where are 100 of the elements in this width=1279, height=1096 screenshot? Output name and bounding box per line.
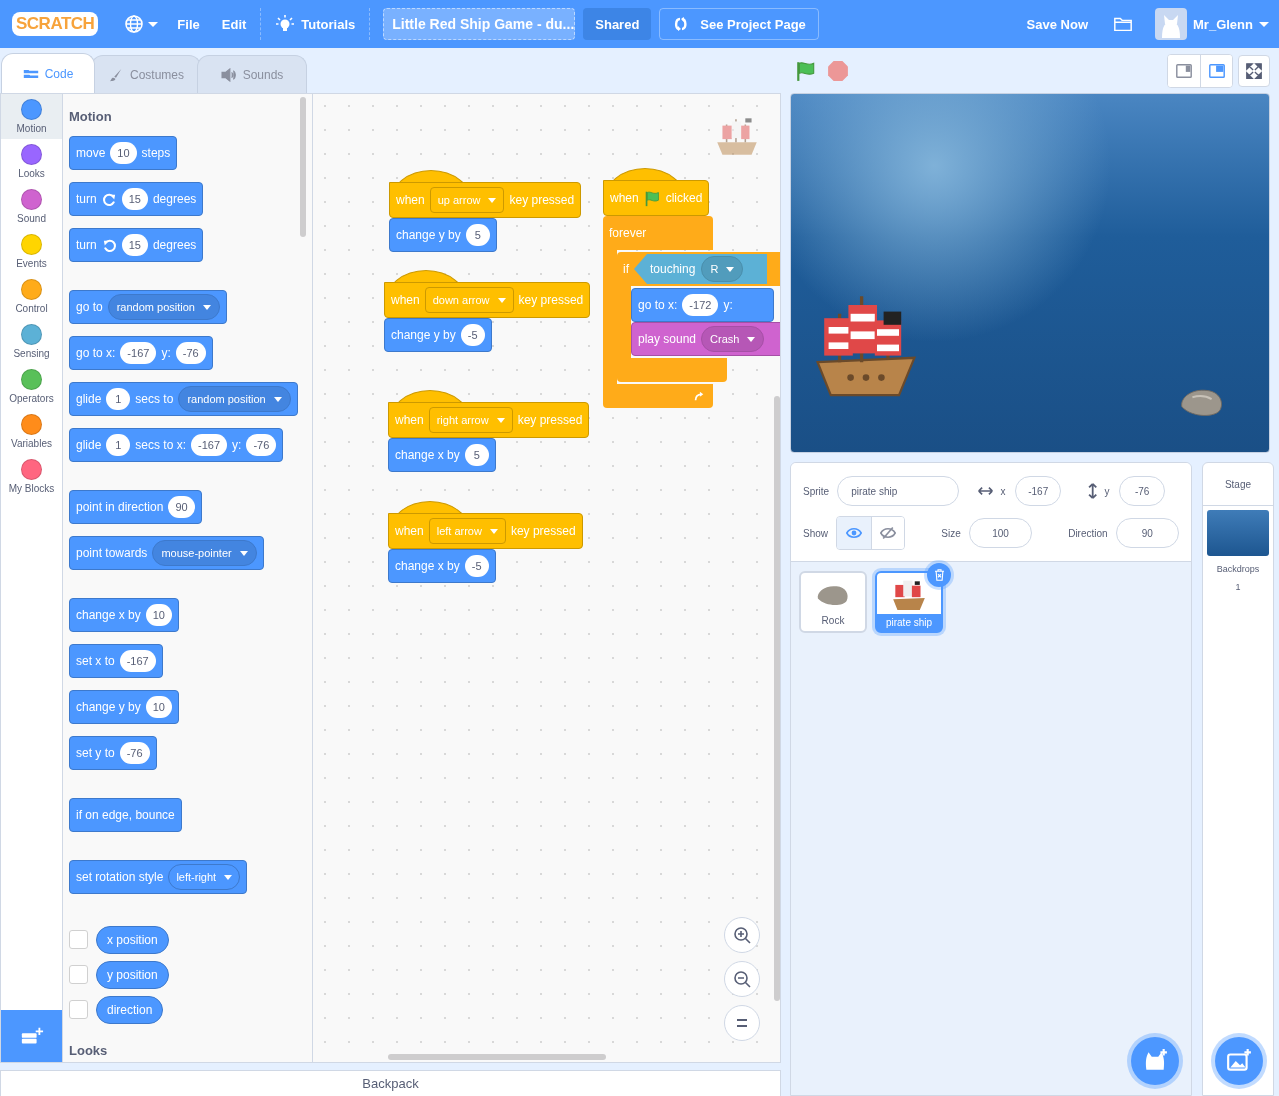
block-text: secs to bbox=[135, 392, 174, 406]
sprite-tile[interactable]: Rock bbox=[799, 571, 867, 633]
code-block[interactable]: point towards mouse-pointer bbox=[69, 536, 264, 570]
code-block[interactable]: turn 15 degrees bbox=[69, 182, 204, 216]
block-text: turn bbox=[76, 238, 97, 252]
flag-icon bbox=[795, 59, 817, 82]
number-input[interactable]: 90 bbox=[168, 496, 195, 518]
x-position-field[interactable]: -167 bbox=[1015, 476, 1061, 506]
code-block[interactable]: change x by -5 bbox=[388, 549, 496, 583]
add-extension-button[interactable] bbox=[1, 1010, 62, 1062]
block-text: change y by bbox=[391, 328, 456, 342]
number-input[interactable]: 1 bbox=[106, 434, 131, 456]
block-text: go to x: bbox=[76, 346, 116, 360]
dropdown-menu[interactable]: Crash bbox=[701, 326, 765, 352]
block-text: when bbox=[395, 524, 424, 538]
checkbox[interactable] bbox=[69, 1000, 88, 1019]
number-input[interactable]: -76 bbox=[119, 742, 150, 764]
dropdown-menu[interactable]: mouse-pointer bbox=[152, 540, 257, 566]
category-button[interactable]: Sensing bbox=[1, 319, 62, 364]
number-input[interactable]: -5 bbox=[460, 324, 485, 346]
code-block[interactable]: change x by 10 bbox=[69, 598, 179, 632]
add-backdrop-button[interactable] bbox=[1215, 1037, 1263, 1085]
category-button[interactable]: Sound bbox=[1, 184, 62, 229]
number-input[interactable]: -76 bbox=[175, 342, 206, 364]
code-block[interactable]: change y by 10 bbox=[69, 690, 179, 724]
number-input[interactable]: -76 bbox=[246, 434, 277, 456]
scrollbar[interactable] bbox=[300, 97, 306, 237]
backdrop-count: 1 bbox=[1235, 582, 1241, 592]
number-input[interactable]: 10 bbox=[110, 142, 137, 164]
share-button[interactable]: Shared bbox=[583, 8, 652, 40]
sprite-name-field[interactable]: pirate ship bbox=[837, 476, 960, 506]
block-text: y: bbox=[161, 346, 171, 360]
code-block[interactable]: change y by 5 bbox=[389, 218, 497, 252]
checkbox[interactable] bbox=[69, 930, 88, 949]
hide-button[interactable] bbox=[870, 517, 905, 549]
code-block[interactable]: glide 1 secs to x: -167 y: -76 bbox=[69, 428, 284, 462]
code-block[interactable]: glide 1 secs to random position bbox=[69, 382, 298, 416]
code-block[interactable]: change x by 5 bbox=[388, 438, 496, 472]
delete-button[interactable] bbox=[927, 563, 951, 587]
add-sprite-button[interactable] bbox=[1131, 1037, 1179, 1085]
stop-icon bbox=[827, 59, 849, 82]
block-text: go to x: bbox=[638, 298, 678, 312]
number-input[interactable]: 5 bbox=[465, 224, 490, 246]
category-button[interactable]: Variables bbox=[1, 409, 62, 454]
category-button[interactable]: Control bbox=[1, 274, 62, 319]
category-button[interactable]: Looks bbox=[1, 139, 62, 184]
fullscreen-icon bbox=[1245, 61, 1263, 80]
code-block[interactable]: change y by -5 bbox=[384, 318, 492, 352]
dropdown-menu[interactable]: random position bbox=[178, 386, 291, 412]
code-block[interactable]: set y to -76 bbox=[69, 736, 157, 770]
rotate-right-icon bbox=[101, 191, 117, 207]
code-block[interactable]: play sound Crash bbox=[631, 322, 780, 356]
code-block[interactable]: move 10 steps bbox=[69, 136, 178, 170]
backdrop-thumbnail[interactable] bbox=[1207, 510, 1269, 556]
number-input[interactable]: -5 bbox=[464, 555, 489, 577]
number-input[interactable]: 5 bbox=[464, 444, 489, 466]
number-input[interactable]: 1 bbox=[106, 388, 131, 410]
globe-icon bbox=[124, 14, 145, 34]
show-button[interactable] bbox=[837, 517, 871, 549]
block-text: when bbox=[610, 191, 639, 205]
category-button[interactable]: Operators bbox=[1, 364, 62, 409]
block-text: y position bbox=[107, 967, 158, 982]
zoom-out-button[interactable] bbox=[724, 961, 760, 997]
code-block[interactable]: go to x: -172 y: bbox=[631, 288, 774, 322]
stage-size-button[interactable] bbox=[1200, 54, 1232, 87]
direction-field[interactable]: 90 bbox=[1115, 518, 1179, 548]
block-text: secs to x: bbox=[135, 438, 187, 452]
block-text: play sound bbox=[638, 332, 697, 346]
block-text: forever bbox=[609, 226, 647, 240]
number-input[interactable]: 15 bbox=[121, 188, 148, 210]
fullscreen-button[interactable] bbox=[1238, 54, 1270, 87]
number-input[interactable]: -172 bbox=[682, 294, 719, 316]
number-input[interactable]: 10 bbox=[145, 696, 172, 718]
block-text: y: bbox=[723, 298, 733, 312]
backpack-bar[interactable]: Backpack bbox=[0, 1070, 781, 1096]
checkbox[interactable] bbox=[69, 965, 88, 984]
category-button[interactable]: Events bbox=[1, 229, 62, 274]
number-input[interactable]: 15 bbox=[121, 234, 148, 256]
category-button[interactable]: Motion bbox=[1, 94, 62, 139]
size-field[interactable]: 100 bbox=[968, 518, 1033, 548]
scrollbar[interactable] bbox=[388, 1054, 606, 1060]
dropdown-menu[interactable]: random position bbox=[107, 294, 220, 320]
zoom-reset-button[interactable] bbox=[724, 1005, 760, 1041]
code-block[interactable]: set x to -167 bbox=[69, 644, 163, 678]
category-button[interactable]: My Blocks bbox=[1, 454, 62, 499]
caret-icon bbox=[1259, 21, 1269, 27]
zoom-in-button[interactable] bbox=[724, 917, 760, 953]
caret-icon bbox=[148, 21, 159, 27]
number-input[interactable]: -167 bbox=[120, 342, 157, 364]
number-input[interactable]: 10 bbox=[145, 604, 172, 626]
code-block[interactable]: go to random position bbox=[69, 290, 227, 324]
block-text: change x by bbox=[395, 448, 460, 462]
code-block[interactable]: go to x: -167 y: -76 bbox=[69, 336, 213, 370]
number-input[interactable]: -167 bbox=[119, 650, 156, 672]
scrollbar[interactable] bbox=[774, 396, 780, 1001]
code-block[interactable]: point in direction 90 bbox=[69, 490, 202, 524]
block-text: key pressed bbox=[510, 524, 576, 538]
code-block[interactable]: turn 15 degrees bbox=[69, 228, 204, 262]
y-position-field[interactable]: -76 bbox=[1119, 476, 1165, 506]
number-input[interactable]: -167 bbox=[191, 434, 228, 456]
